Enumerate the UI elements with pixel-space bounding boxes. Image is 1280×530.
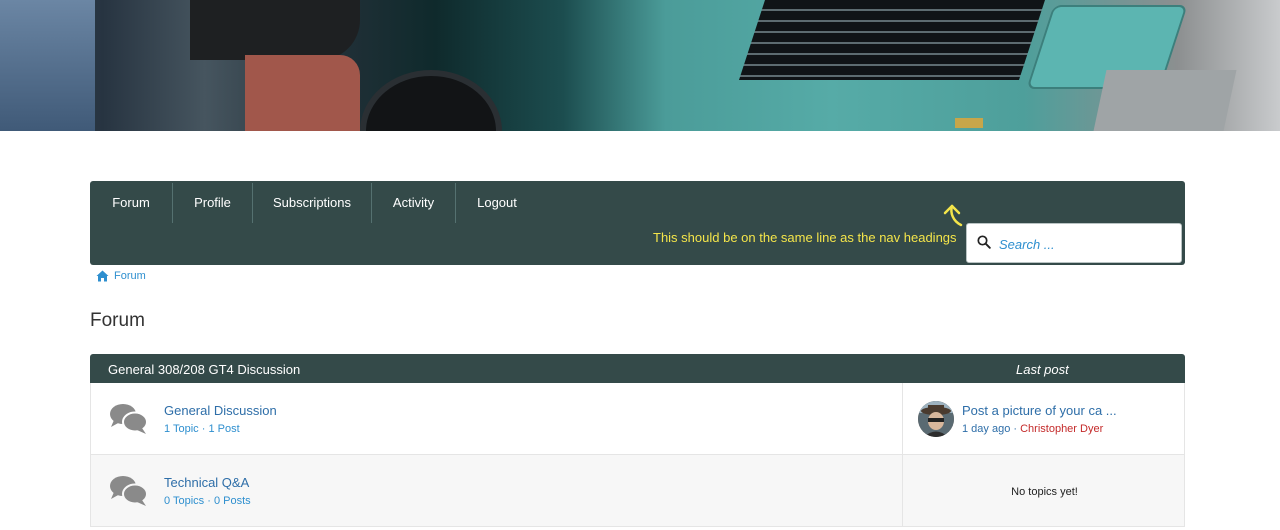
header-banner-image	[0, 0, 1280, 131]
nav-item-forum[interactable]: Forum	[90, 181, 172, 223]
page-title: Forum	[90, 310, 145, 331]
forum-table: General 308/208 GT4 Discussion Last post…	[90, 354, 1185, 527]
post-count[interactable]: 0 Posts	[214, 495, 251, 507]
category-title: General 308/208 GT4 Discussion	[108, 362, 301, 377]
table-header: General 308/208 GT4 Discussion Last post	[90, 354, 1185, 383]
last-post-time-link[interactable]: 1 day ago	[962, 423, 1010, 435]
post-count[interactable]: 1 Post	[208, 423, 239, 435]
breadcrumb: Forum	[96, 270, 146, 282]
forum-bubbles-icon	[110, 404, 148, 434]
last-post-author-link[interactable]: Christopher Dyer	[1020, 423, 1103, 435]
nav-item-logout[interactable]: Logout	[456, 181, 538, 223]
banner-car-bumper	[1093, 70, 1237, 131]
search-input[interactable]	[997, 233, 1171, 255]
nav-item-subscriptions[interactable]: Subscriptions	[253, 181, 371, 223]
last-post-column-header: Last post	[1016, 362, 1069, 377]
last-post-meta: 1 day ago · Christopher Dyer	[962, 423, 1104, 435]
search-icon	[977, 235, 991, 249]
banner-person-left	[0, 0, 95, 131]
last-post-topic-link[interactable]: Post a picture of your ca ...	[962, 403, 1117, 418]
annotation-arrow-icon	[943, 204, 963, 227]
home-icon[interactable]	[96, 270, 109, 282]
forum-row: Technical Q&A 0 Topics · 0 Posts No topi…	[90, 455, 1185, 527]
nav-item-activity[interactable]: Activity	[372, 181, 455, 223]
banner-car-grille	[739, 0, 1045, 80]
user-avatar-image	[918, 401, 954, 437]
no-topics-message: No topics yet!	[1011, 486, 1078, 498]
banner-person-pants	[245, 55, 360, 131]
forum-row: General Discussion 1 Topic · 1 Post Post…	[90, 383, 1185, 455]
search-box[interactable]	[966, 223, 1182, 263]
main-navigation: Forum Profile Subscriptions Activity Log…	[90, 181, 1185, 265]
forum-link-general-discussion[interactable]: General Discussion	[164, 403, 277, 418]
topic-count[interactable]: 0 Topics	[164, 495, 204, 507]
layout-annotation-text: This should be on the same line as the n…	[653, 230, 957, 245]
banner-car-wheel	[360, 70, 502, 131]
forum-stats: 0 Topics · 0 Posts	[164, 495, 251, 507]
banner-car-badge	[955, 118, 983, 128]
breadcrumb-forum-link[interactable]: Forum	[114, 270, 146, 282]
topic-count[interactable]: 1 Topic	[164, 423, 199, 435]
forum-stats: 1 Topic · 1 Post	[164, 423, 240, 435]
forum-link-technical-qa[interactable]: Technical Q&A	[164, 475, 249, 490]
column-divider	[902, 383, 903, 454]
forum-bubbles-icon	[110, 476, 148, 506]
banner-person-jacket	[190, 0, 360, 60]
nav-item-profile[interactable]: Profile	[173, 181, 252, 223]
avatar[interactable]	[918, 401, 954, 437]
